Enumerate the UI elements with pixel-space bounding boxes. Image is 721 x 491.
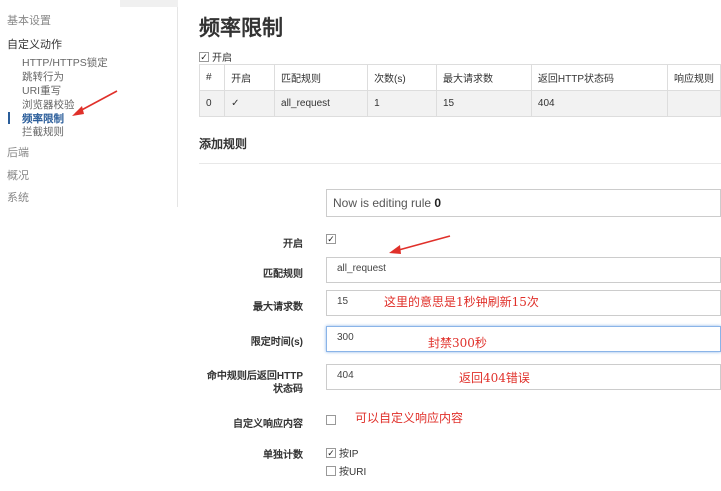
custom-response-toggle[interactable] — [326, 415, 336, 425]
sidebar-top-strip — [120, 0, 178, 7]
time-limit-input[interactable]: 300 — [326, 326, 721, 352]
time-note: 封禁300秒 — [428, 336, 487, 350]
form-match-label: 匹配规则 — [263, 269, 303, 280]
table-header: 最大请求数 — [435, 64, 532, 91]
custom-note: 可以自定义响应内容 — [355, 411, 464, 425]
table-cell: ✓ — [224, 90, 276, 117]
table-header: # — [198, 64, 226, 91]
match-arrow-annotation — [389, 235, 451, 254]
sidebar-item-browser-check[interactable]: 浏览器校验 — [22, 99, 75, 111]
active-indicator — [8, 112, 10, 124]
sidebar-item-uri-rewrite[interactable]: URI重写 — [22, 85, 61, 97]
table-header: 次数(s) — [367, 64, 437, 91]
editing-index: 0 — [434, 196, 442, 210]
sidebar-section-basic[interactable]: 基本设置 — [7, 14, 51, 28]
sidebar-section-custom-action[interactable]: 自定义动作 — [7, 38, 62, 52]
divider — [199, 163, 721, 164]
code-note: 返回404错误 — [459, 371, 530, 385]
form-custom-label: 自定义响应内容 — [233, 419, 303, 430]
form-max-label: 最大请求数 — [253, 302, 303, 313]
rules-table: # 开启 匹配规则 次数(s) 最大请求数 返回HTTP状态码 响应规则 0 ✓… — [198, 64, 721, 117]
sidebar-item-https-lock[interactable]: HTTP/HTTPS锁定 — [22, 57, 108, 69]
enable-toggle[interactable]: ✓ 开启 — [199, 49, 232, 64]
form-enable-label: 开启 — [283, 239, 303, 250]
table-header: 开启 — [224, 64, 276, 91]
table-cell: 15 — [435, 90, 532, 117]
form-count-label: 单独计数 — [263, 450, 303, 461]
sidebar-section-overview[interactable]: 概况 — [7, 169, 29, 183]
form-code-label-line2: 状态码 — [273, 384, 303, 395]
editing-rule-banner: Now is editing rule 0 — [326, 189, 721, 217]
page-title: 频率限制 — [199, 17, 283, 40]
table-cell: all_request — [274, 90, 369, 117]
sidebar-arrow-annotation — [72, 90, 118, 116]
count-by-ip-option[interactable]: ✓ 按IP — [326, 445, 358, 460]
match-rule-input[interactable]: all_request — [326, 257, 721, 283]
sidebar-section-backend[interactable]: 后端 — [7, 146, 29, 160]
sidebar-item-redirect[interactable]: 跳转行为 — [22, 71, 64, 83]
by-ip-checkbox[interactable]: ✓ — [326, 447, 336, 458]
sidebar-section-system[interactable]: 系统 — [7, 191, 29, 205]
table-row[interactable]: 0 ✓ all_request 1 15 404 — [198, 90, 721, 117]
form-code-label-line1: 命中规则后返回HTTP — [206, 371, 303, 382]
main-content: 频率限制 ✓ 开启 # 开启 匹配规则 次数(s) 最大请求数 返回HTTP状态… — [198, 0, 721, 491]
enable-checkbox[interactable]: ✓ — [199, 51, 209, 62]
form-enable-toggle[interactable]: ✓ — [326, 234, 336, 244]
table-cell — [667, 90, 721, 117]
sidebar-item-rate-limit[interactable]: 频率限制 — [22, 113, 64, 125]
max-note: 这里的意思是1秒钟刷新15次 — [384, 295, 539, 309]
sidebar: 基本设置 自定义动作 HTTP/HTTPS锁定 跳转行为 URI重写 浏览器校验… — [0, 0, 178, 491]
table-header-row: # 开启 匹配规则 次数(s) 最大请求数 返回HTTP状态码 响应规则 — [198, 64, 721, 91]
table-cell: 404 — [530, 90, 669, 117]
by-uri-checkbox[interactable] — [326, 465, 336, 476]
custom-response-checkbox[interactable] — [326, 415, 336, 425]
form-time-label: 限定时间(s) — [250, 337, 303, 348]
table-header: 响应规则 — [667, 64, 721, 91]
table-header: 返回HTTP状态码 — [530, 64, 669, 91]
count-by-uri-option[interactable]: 按URI — [326, 463, 366, 478]
by-uri-label: 按URI — [339, 467, 367, 478]
add-rule-title: 添加规则 — [199, 137, 248, 151]
table-header: 匹配规则 — [274, 64, 369, 91]
table-cell: 1 — [367, 90, 437, 117]
by-ip-label: 按IP — [339, 449, 359, 460]
sidebar-item-block-rules[interactable]: 拦截规则 — [22, 126, 64, 138]
enable-label: 开启 — [212, 53, 232, 64]
editing-text: Now is editing rule — [333, 196, 432, 210]
form-enable-checkbox[interactable]: ✓ — [326, 234, 336, 244]
table-cell: 0 — [198, 90, 226, 117]
form-code-label: 命中规则后返回HTTP 状态码 — [207, 370, 303, 396]
